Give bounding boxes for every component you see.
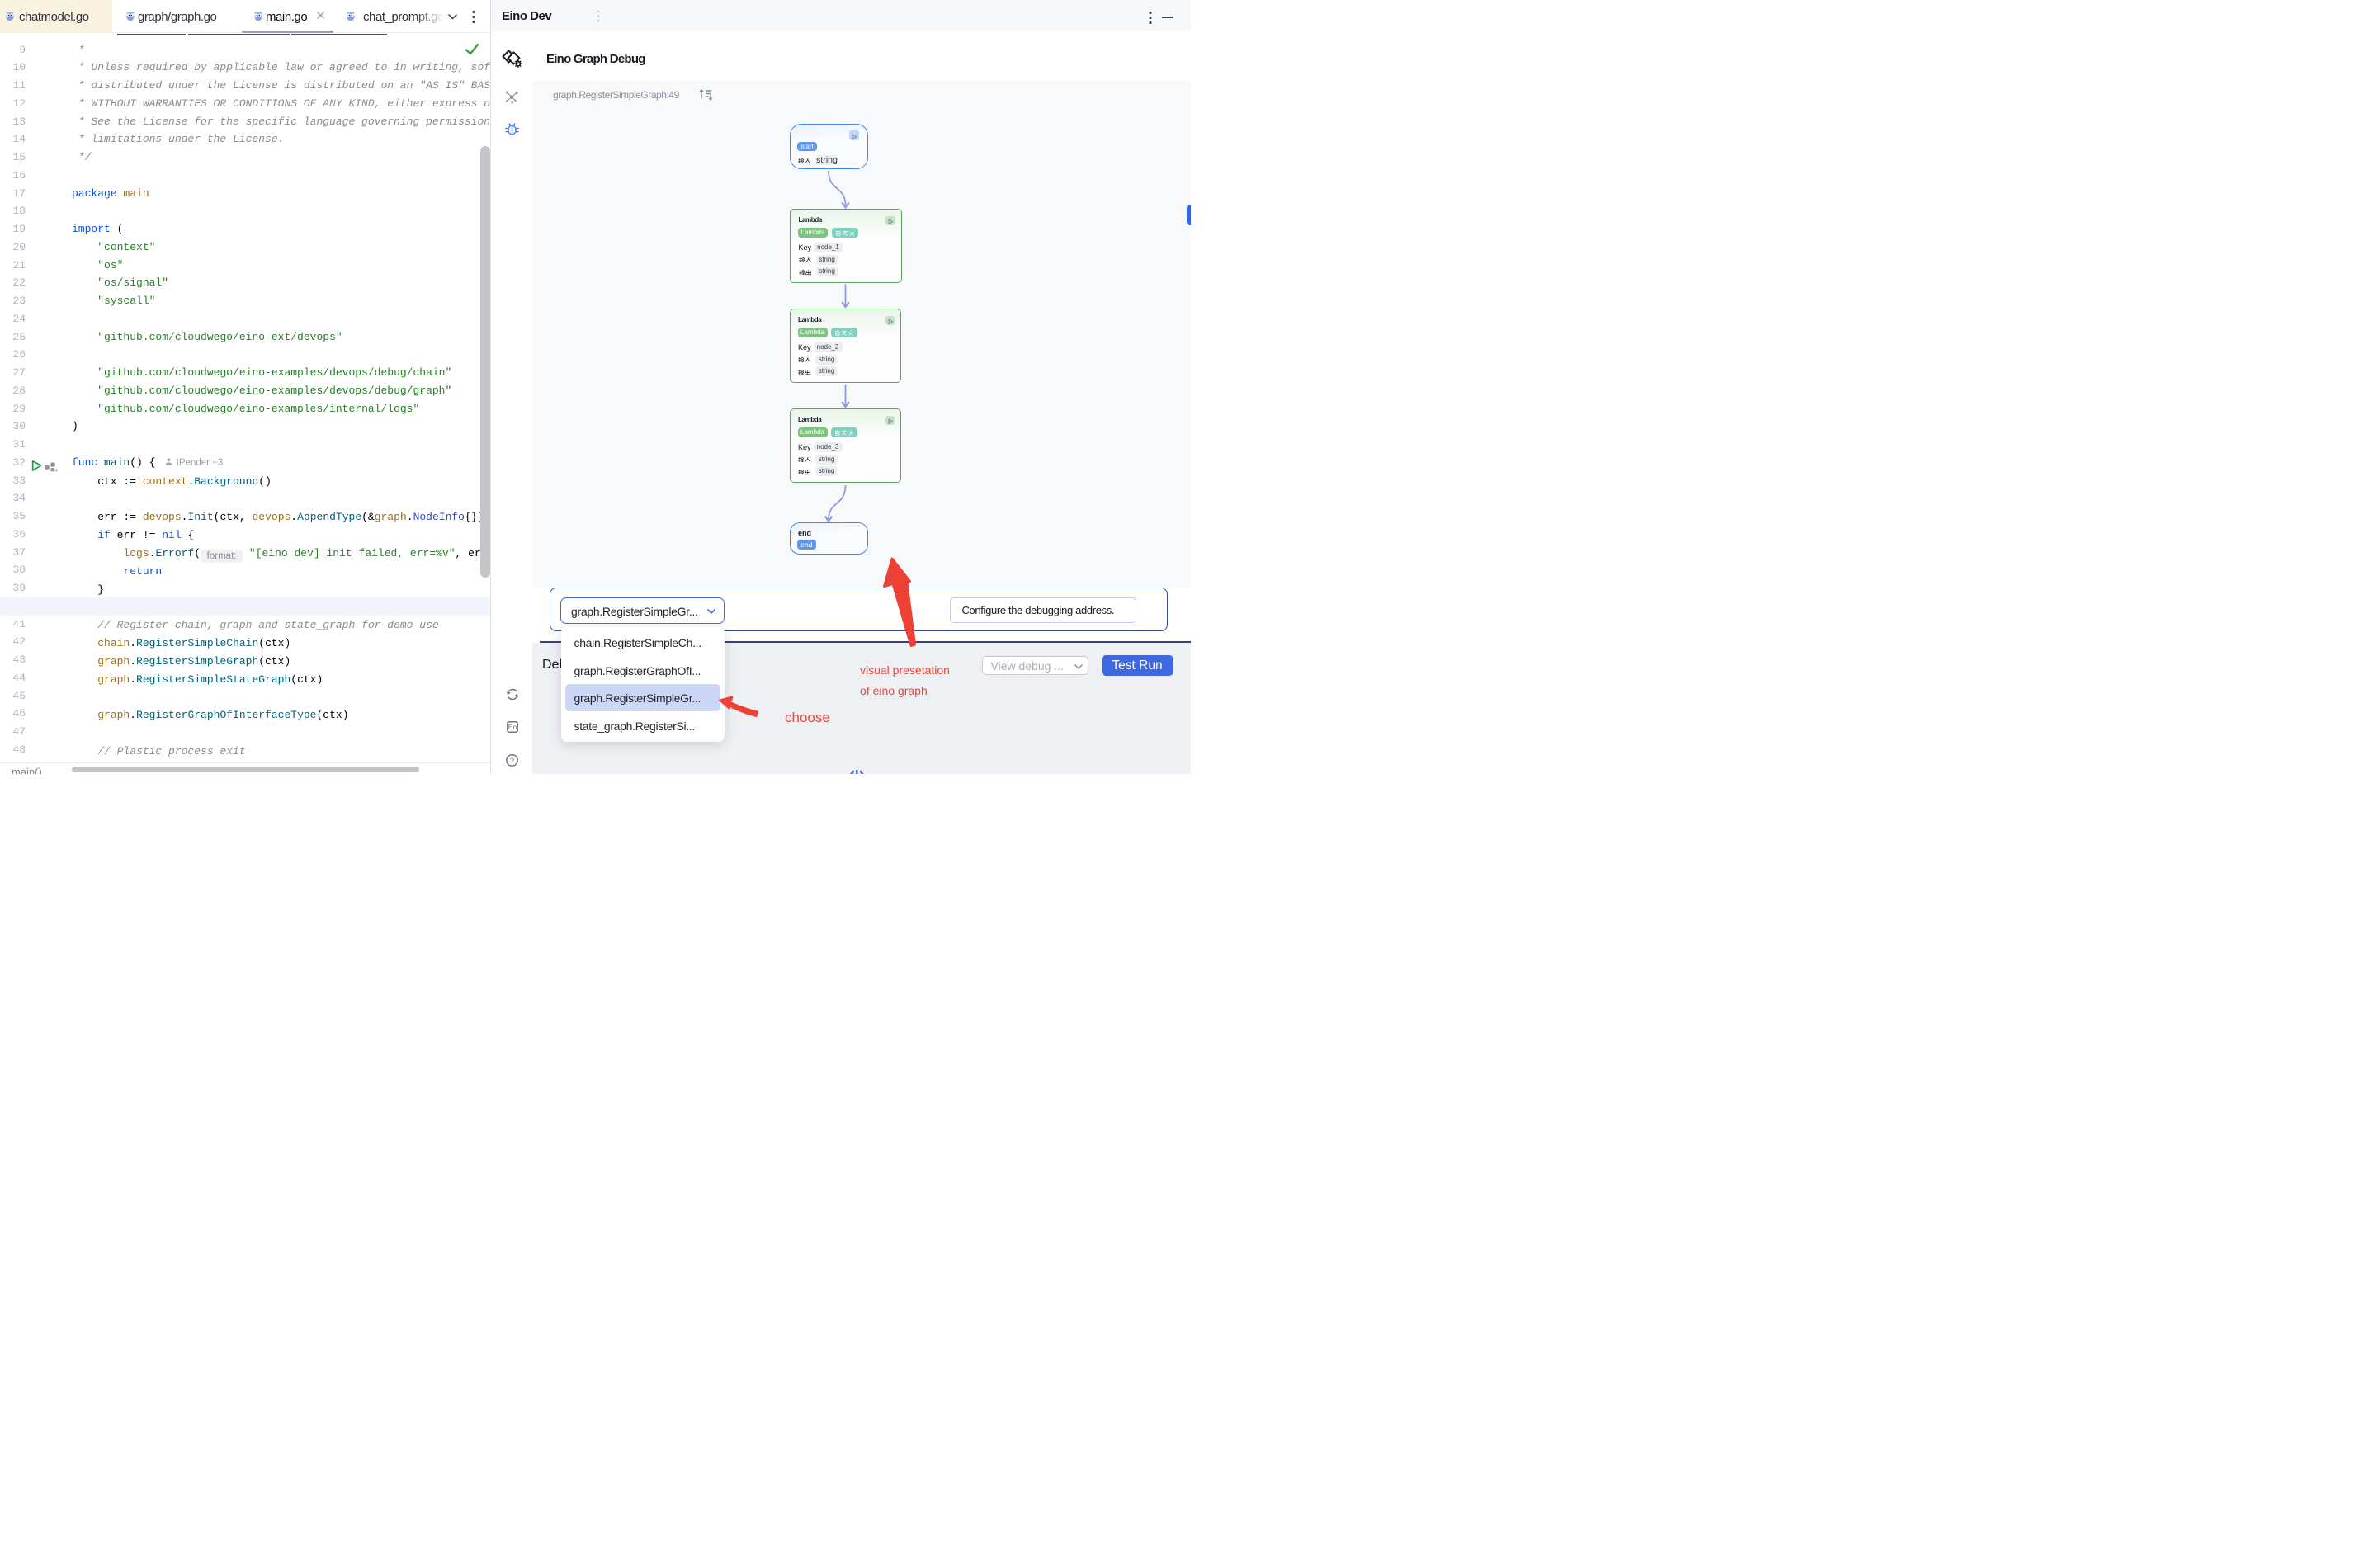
svg-text:En: En — [508, 723, 517, 731]
svg-text:?: ? — [510, 757, 514, 766]
